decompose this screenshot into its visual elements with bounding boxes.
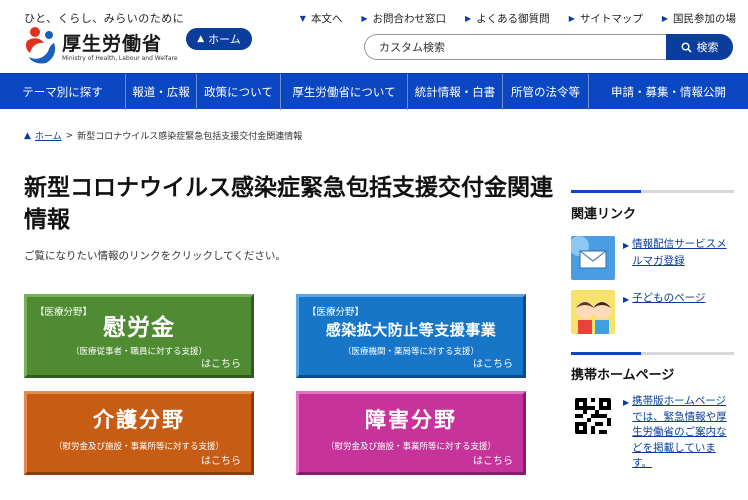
triangle-icon: ▼ xyxy=(299,14,306,23)
card-infection-prevention[interactable]: 【医療分野】 感染拡大防止等支援事業 （医療機関・薬局等に対する支援） はこちら xyxy=(296,294,526,378)
nav-item-about[interactable]: 厚生労働省について xyxy=(280,74,407,110)
top-link-participation[interactable]: ▶ 国民参加の場 xyxy=(662,11,736,26)
home-icon: ▲ xyxy=(24,130,31,141)
related-link-label: 子どものページ xyxy=(632,292,706,304)
card-more-link: はこちら xyxy=(473,456,513,467)
sidebar-divider xyxy=(571,352,734,355)
card-nursing-care[interactable]: 介護分野 （慰労金及び施設・事業所等に対する支援） はこちら xyxy=(24,391,254,475)
mobile-site-text: 携帯版ホームページでは、緊急情報や厚生労働省のご案内などを掲載しています。 xyxy=(632,395,727,469)
card-heading: 介護分野 xyxy=(93,408,185,432)
search-button[interactable]: 検索 xyxy=(666,34,733,60)
card-subtext: （慰労金及び施設・事業所等に対する支援） xyxy=(325,442,496,452)
top-utility-links: ▼ 本文へ ▶ お問合わせ窓口 ▶ よくある御質問 ▶ サイトマップ ▶ 国民参加の場 xyxy=(300,11,736,26)
triangle-icon: ▶ xyxy=(661,14,668,23)
nav-item-policy[interactable]: 政策について xyxy=(196,74,280,110)
home-button[interactable]: ▲ ホーム xyxy=(186,28,252,50)
intro-text: ご覧になりたい情報のリンクをクリックしてください。 xyxy=(24,250,286,262)
card-more-link: はこちら xyxy=(201,359,241,370)
mobile-site-title: 携帯ホームページ xyxy=(571,368,675,383)
card-heading: 感染拡大防止等支援事業 xyxy=(325,321,497,339)
site-tagline: ひと、くらし、みらいのために xyxy=(24,12,185,25)
card-heading: 障害分野 xyxy=(365,408,457,432)
nav-item-applications[interactable]: 申請・募集・情報公開 xyxy=(588,74,748,110)
mail-icon xyxy=(571,236,615,280)
nav-item-themes[interactable]: テーマ別に探す xyxy=(0,74,125,110)
card-more-link: はこちら xyxy=(473,359,513,370)
nav-item-statistics[interactable]: 統計情報・白書 xyxy=(407,74,502,110)
search-button-label: 検索 xyxy=(696,41,719,54)
org-name-en: Ministry of Health, Labour and Welfare xyxy=(62,55,178,62)
triangle-icon: ▶ xyxy=(361,14,368,23)
site-header: ひと、くらし、みらいのために 厚生労働省 Ministry of Health,… xyxy=(0,0,748,73)
top-link-sitemap[interactable]: ▶ サイトマップ xyxy=(569,11,643,26)
triangle-icon: ▶ xyxy=(623,241,630,250)
breadcrumb-home-link[interactable]: ホーム xyxy=(35,129,62,142)
triangle-icon: ▶ xyxy=(623,398,630,407)
nav-item-laws[interactable]: 所管の法令等 xyxy=(502,74,588,110)
home-icon: ▲ xyxy=(197,34,205,44)
home-button-label: ホーム xyxy=(208,33,241,46)
nav-item-press[interactable]: 報道・広報 xyxy=(125,74,196,110)
triangle-icon: ▶ xyxy=(623,295,630,304)
related-link-newsletter[interactable]: ▶ 情報配信サービスメルマガ登録 xyxy=(571,236,736,280)
kids-icon xyxy=(571,290,615,334)
card-medical-consolation[interactable]: 【医療分野】 慰労金 （医療従事者・職員に対する支援） はこちら xyxy=(24,294,254,378)
search-icon xyxy=(681,42,692,53)
related-link-kids[interactable]: ▶ 子どものページ xyxy=(571,290,736,334)
qr-code-icon xyxy=(575,398,611,434)
search-input[interactable]: カスタム検索 xyxy=(364,34,668,60)
card-subtext: （慰労金及び施設・事業所等に対する支援） xyxy=(53,442,224,452)
breadcrumb: ▲ ホーム > 新型コロナウイルス感染症緊急包括支援交付金関連情報 xyxy=(24,129,303,143)
page-title: 新型コロナウイルス感染症緊急包括支援交付金関連情報 xyxy=(24,175,553,233)
global-nav: テーマ別に探す 報道・広報 政策について 厚生労働省について 統計情報・白書 所… xyxy=(0,73,748,110)
org-name: 厚生労働省 xyxy=(62,33,163,55)
mobile-site-link[interactable]: ▶ 携帯版ホームページでは、緊急情報や厚生労働省のご案内などを掲載しています。 xyxy=(571,394,736,484)
card-tag: 【医療分野】 xyxy=(307,307,365,318)
breadcrumb-current: 新型コロナウイルス感染症緊急包括支援交付金関連情報 xyxy=(77,132,303,142)
site-logo[interactable]: 厚生労働省 Ministry of Health, Labour and Wel… xyxy=(24,25,178,67)
related-link-label: 情報配信サービスメルマガ登録 xyxy=(632,238,727,267)
top-link-faq[interactable]: ▶ よくある御質問 xyxy=(465,11,550,26)
related-links-title: 関連リンク xyxy=(571,207,637,222)
card-disability[interactable]: 障害分野 （慰労金及び施設・事業所等に対する支援） はこちら xyxy=(296,391,526,475)
top-link-skip[interactable]: ▼ 本文へ xyxy=(300,11,343,26)
triangle-icon: ▶ xyxy=(568,14,575,23)
card-heading: 慰労金 xyxy=(103,315,175,341)
card-more-link: はこちら xyxy=(201,456,241,467)
top-link-contact[interactable]: ▶ お問合わせ窓口 xyxy=(361,11,446,26)
breadcrumb-separator: > xyxy=(65,130,74,141)
logo-mark-icon xyxy=(26,27,56,64)
sidebar-divider xyxy=(571,190,734,193)
triangle-icon: ▶ xyxy=(465,14,472,23)
